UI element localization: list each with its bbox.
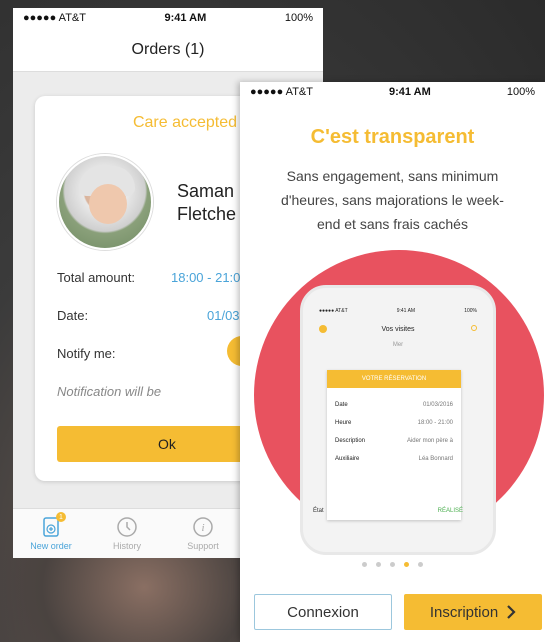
mini-status-bar: ●●●●● AT&T 9:41 AM 100% bbox=[303, 306, 493, 320]
carrier: ●●●●● AT&T bbox=[250, 86, 313, 98]
mini-row-label: Heure bbox=[335, 420, 352, 426]
mini-state-label: État bbox=[313, 508, 324, 514]
status-bar: ●●●●● AT&T 9:41 AM 100% bbox=[13, 8, 323, 28]
status-bar: ●●●●● AT&T 9:41 AM 100% bbox=[240, 82, 545, 102]
mini-row-value: 18:00 - 21:00 bbox=[417, 420, 453, 426]
mini-row: Description Aider mon père à bbox=[327, 432, 461, 450]
mini-row-label: Date bbox=[335, 402, 348, 408]
new-order-icon: 1 bbox=[40, 512, 66, 538]
mini-row-value: Aider mon père à bbox=[406, 438, 453, 444]
avatar bbox=[57, 154, 153, 250]
mini-carrier: ●●●●● AT&T bbox=[319, 308, 348, 314]
page-title: Orders (1) bbox=[13, 28, 323, 72]
total-value: 18:00 - 21:0 bbox=[171, 270, 241, 285]
tab-label: History bbox=[112, 541, 141, 551]
total-label: Total amount: bbox=[57, 270, 136, 285]
page-dot[interactable] bbox=[362, 562, 367, 567]
tab-history[interactable]: History bbox=[89, 509, 165, 558]
signup-label: Inscription bbox=[429, 603, 499, 621]
phone-illustration: ●●●●● AT&T 9:41 AM 100% Vos visites Mer … bbox=[300, 285, 496, 555]
mini-row-value: 01/03/2016 bbox=[422, 402, 453, 408]
onboarding-title: C'est transparent bbox=[310, 126, 475, 148]
mini-nav-title: Vos visites bbox=[381, 325, 415, 333]
tab-label: Support bbox=[187, 541, 219, 551]
date-label: Date: bbox=[57, 308, 89, 323]
onboarding-screen: ●●●●● AT&T 9:41 AM 100% C'est transparen… bbox=[240, 82, 545, 642]
order-badge: 1 bbox=[56, 512, 66, 522]
mini-state-row: État RÉALISÉ bbox=[313, 508, 463, 514]
date-value: 01/03 bbox=[207, 308, 240, 323]
clock: 9:41 AM bbox=[389, 86, 431, 98]
battery: 100% bbox=[284, 12, 313, 24]
name-line-2: Fletche bbox=[177, 204, 237, 224]
tab-label: New order bbox=[30, 541, 72, 551]
clock-icon bbox=[116, 516, 138, 538]
tab-new-order[interactable]: 1 New order bbox=[13, 509, 89, 558]
page-dot[interactable] bbox=[418, 562, 423, 567]
tab-support[interactable]: i Support bbox=[165, 509, 241, 558]
mini-row-label: Description bbox=[335, 438, 366, 444]
mini-row: Auxiliaire Léa Bonnard bbox=[327, 450, 461, 468]
mini-battery: 100% bbox=[464, 308, 477, 314]
mini-row: Date 01/03/2016 bbox=[327, 396, 461, 414]
mini-row: Heure 18:00 - 21:00 bbox=[327, 414, 461, 432]
mini-state-value: RÉALISÉ bbox=[437, 508, 463, 514]
notification-note: Notification will be bbox=[57, 384, 162, 399]
page-indicator bbox=[240, 562, 545, 567]
clock: 9:41 AM bbox=[164, 12, 207, 24]
page-dot[interactable] bbox=[404, 562, 409, 567]
signup-button[interactable]: Inscription bbox=[404, 594, 542, 630]
caregiver-name: Saman Fletche bbox=[177, 180, 236, 226]
battery: 100% bbox=[506, 86, 535, 98]
mini-search-icon bbox=[471, 325, 477, 331]
onboarding-description: Sans engagement, sans minimum d'heures, … bbox=[281, 168, 504, 232]
carrier: ●●●●● AT&T bbox=[23, 12, 86, 24]
notify-label: Notify me: bbox=[57, 346, 116, 361]
page-dot[interactable] bbox=[390, 562, 395, 567]
mini-card-title: VOTRE RÉSERVATION bbox=[327, 370, 461, 388]
login-button[interactable]: Connexion bbox=[254, 594, 392, 630]
mini-nav: Vos visites bbox=[303, 320, 493, 338]
svg-text:i: i bbox=[201, 522, 204, 534]
page-dot[interactable] bbox=[376, 562, 381, 567]
name-line-1: Saman bbox=[177, 181, 235, 201]
mini-day: Mer bbox=[392, 342, 404, 348]
mini-menu-icon bbox=[319, 325, 327, 333]
info-icon: i bbox=[192, 516, 214, 538]
mini-row-label: Auxiliaire bbox=[335, 456, 360, 462]
mini-row-value: Léa Bonnard bbox=[418, 456, 453, 462]
chevron-right-icon bbox=[507, 605, 516, 619]
mini-booking-card: VOTRE RÉSERVATION Date 01/03/2016 Heure 18… bbox=[327, 370, 461, 520]
mini-clock: 9:41 AM bbox=[396, 308, 416, 314]
